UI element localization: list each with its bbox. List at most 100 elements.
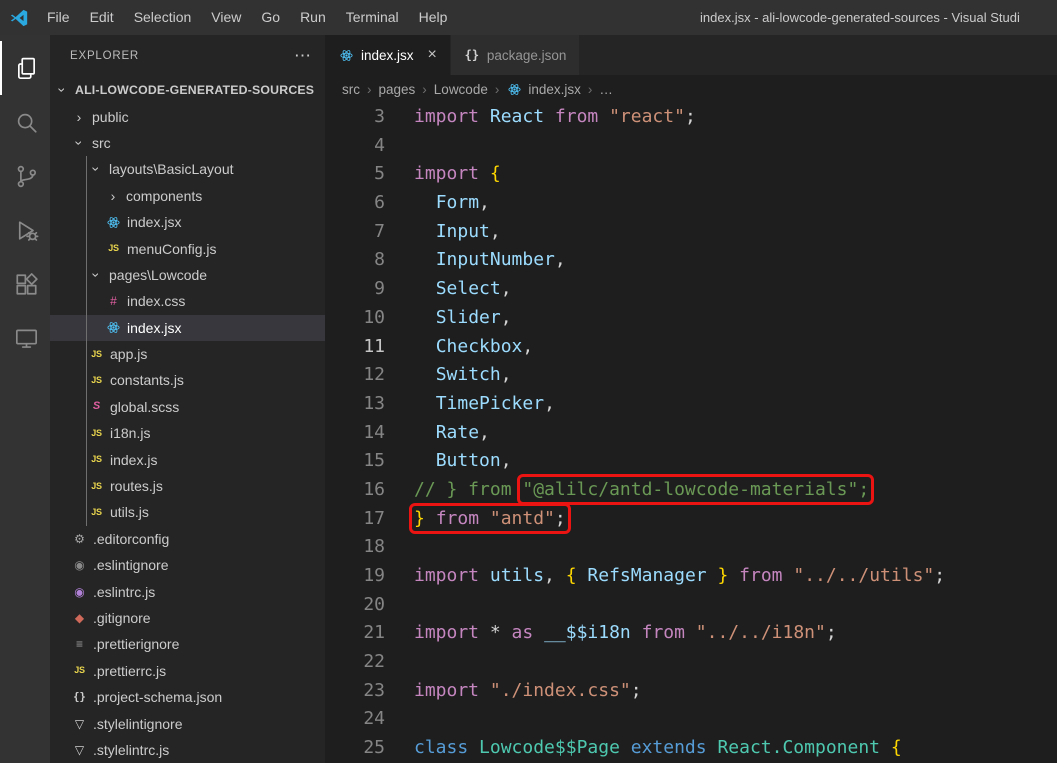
react-icon — [105, 320, 122, 335]
code-line: 18 — [325, 533, 1057, 562]
tree-item-index-js[interactable]: JS index.js — [50, 446, 325, 472]
tree-item-label: utils.js — [110, 504, 149, 521]
search-icon[interactable] — [0, 95, 50, 149]
chevron-right-icon: › — [367, 81, 372, 97]
tree-item--eslintignore[interactable]: ◉ .eslintignore — [50, 552, 325, 578]
run-debug-icon[interactable] — [0, 203, 50, 257]
code-line: 12 Switch, — [325, 361, 1057, 390]
react-icon — [105, 215, 122, 230]
tree-root-folder[interactable]: ALI-LOWCODE-GENERATED-SOURCES — [50, 77, 325, 103]
tree-item-label: menuConfig.js — [127, 240, 217, 257]
code-line: 8 InputNumber, — [325, 246, 1057, 275]
indent-guide — [86, 156, 87, 526]
breadcrumb-lowcode[interactable]: Lowcode — [434, 82, 488, 97]
menu-run[interactable]: Run — [290, 0, 336, 35]
editor-group: index.jsx × {} package.json src › pages › Lowco… — [325, 35, 1057, 763]
scss-icon: S — [92, 400, 101, 413]
git-icon: ◆ — [74, 611, 85, 625]
code-line: 4 — [325, 132, 1057, 161]
menu-file[interactable]: File — [37, 0, 80, 35]
tree-item-label: .project-schema.json — [93, 689, 223, 706]
extensions-icon[interactable] — [0, 257, 50, 311]
tab-label: index.jsx — [361, 47, 414, 63]
breadcrumb-src[interactable]: src — [342, 82, 360, 97]
tree-item--stylelintrc-js[interactable]: ▽ .stylelintrc.js — [50, 737, 325, 763]
line-number: 15 — [363, 450, 385, 472]
code-line: 24 — [325, 705, 1057, 734]
code-line: 7 Input, — [325, 218, 1057, 247]
js-icon: JS — [74, 665, 85, 676]
chevron-right-icon — [71, 109, 87, 125]
line-number: 8 — [374, 249, 385, 271]
tree-item--prettierignore[interactable]: ≡ .prettierignore — [50, 631, 325, 657]
tree-item-i18n-js[interactable]: JS i18n.js — [50, 420, 325, 446]
code-line: 13 TimePicker, — [325, 390, 1057, 419]
code-area[interactable]: 3 import React from "react"; 4 5 import {6 F… — [325, 103, 1057, 763]
menu-selection[interactable]: Selection — [124, 0, 202, 35]
tree-item--editorconfig[interactable]: ⚙ .editorconfig — [50, 526, 325, 552]
js-icon: JS — [91, 427, 102, 438]
code-line: 20 — [325, 591, 1057, 620]
menu-go[interactable]: Go — [251, 0, 290, 35]
tab-package-json[interactable]: {} package.json — [450, 35, 581, 75]
remote-explorer-icon[interactable] — [0, 311, 50, 365]
tab-label: package.json — [486, 47, 567, 63]
menu-help[interactable]: Help — [409, 0, 458, 35]
breadcrumb-ellipsis[interactable]: … — [599, 82, 613, 97]
root-folder-label: ALI-LOWCODE-GENERATED-SOURCES — [75, 83, 315, 98]
tree-item-label: routes.js — [110, 478, 163, 495]
code-line: 22 — [325, 648, 1057, 677]
breadcrumb-pages[interactable]: pages — [379, 82, 416, 97]
line-number: 14 — [363, 421, 385, 443]
tab-index-jsx[interactable]: index.jsx × — [325, 35, 451, 75]
line-number: 24 — [363, 708, 385, 730]
tree-item-label: index.jsx — [127, 214, 182, 231]
tree-item-index-jsx[interactable]: index.jsx — [50, 314, 325, 341]
code-line: 25 class Lowcode$$Page extends React.Comp… — [325, 734, 1057, 763]
tree-item--prettierrc-js[interactable]: JS .prettierrc.js — [50, 658, 325, 684]
tree-item-label: pages\Lowcode — [109, 266, 208, 283]
prettier-icon: ≡ — [75, 637, 83, 652]
chevron-right-icon: › — [494, 81, 500, 97]
line-number: 7 — [374, 220, 385, 242]
tree-item-index-jsx[interactable]: index.jsx — [50, 209, 325, 235]
tree-item-label: layouts\BasicLayout — [109, 161, 234, 178]
menu-view[interactable]: View — [201, 0, 251, 35]
code-line: 14 Rate, — [325, 419, 1057, 448]
line-number: 9 — [374, 278, 385, 300]
tree-item-utils-js[interactable]: JS utils.js — [50, 499, 325, 525]
tree-item--gitignore[interactable]: ◆ .gitignore — [50, 605, 325, 631]
tree-item-label: app.js — [110, 346, 148, 363]
line-number: 20 — [363, 593, 385, 615]
tree-item-public[interactable]: public — [50, 103, 325, 129]
js-icon: JS — [91, 480, 102, 491]
code-line: 23 import "./index.css"; — [325, 677, 1057, 706]
line-number: 5 — [374, 163, 385, 185]
tree-item--stylelintignore[interactable]: ▽ .stylelintignore — [50, 710, 325, 736]
tree-item-global-scss[interactable]: Sglobal.scss — [50, 394, 325, 420]
window-title: index.jsx - ali-lowcode-generated-source… — [700, 10, 1020, 25]
tree-item-components[interactable]: components — [50, 183, 325, 209]
tree-item-src[interactable]: src — [50, 130, 325, 156]
tree-item-menuconfig-js[interactable]: JS menuConfig.js — [50, 235, 325, 261]
breadcrumb-index-jsx[interactable]: index.jsx — [506, 82, 581, 97]
code-line: 15 Button, — [325, 447, 1057, 476]
tree-item-routes-js[interactable]: JS routes.js — [50, 473, 325, 499]
line-number: 13 — [363, 392, 385, 414]
tree-item-app-js[interactable]: JS app.js — [50, 341, 325, 367]
explorer-icon[interactable] — [0, 41, 50, 95]
source-control-icon[interactable] — [0, 149, 50, 203]
tree-item--eslintrc-js[interactable]: ◉ .eslintrc.js — [50, 578, 325, 604]
menu-terminal[interactable]: Terminal — [336, 0, 409, 35]
close-icon[interactable]: × — [428, 46, 437, 64]
more-actions-icon[interactable]: ⋯ — [294, 46, 311, 66]
line-number: 19 — [363, 565, 385, 586]
tree-item-pages-lowcode[interactable]: pages\Lowcode — [50, 262, 325, 288]
tree-item-layouts-basiclayout[interactable]: layouts\BasicLayout — [50, 156, 325, 182]
tree-item-constants-js[interactable]: JS constants.js — [50, 367, 325, 393]
tree-item-index-css[interactable]: # index.css — [50, 288, 325, 314]
menu-edit[interactable]: Edit — [80, 0, 124, 35]
tree-item--project-schema-json[interactable]: {} .project-schema.json — [50, 684, 325, 710]
chevron-down-icon — [88, 267, 104, 283]
js-icon: JS — [91, 374, 102, 385]
